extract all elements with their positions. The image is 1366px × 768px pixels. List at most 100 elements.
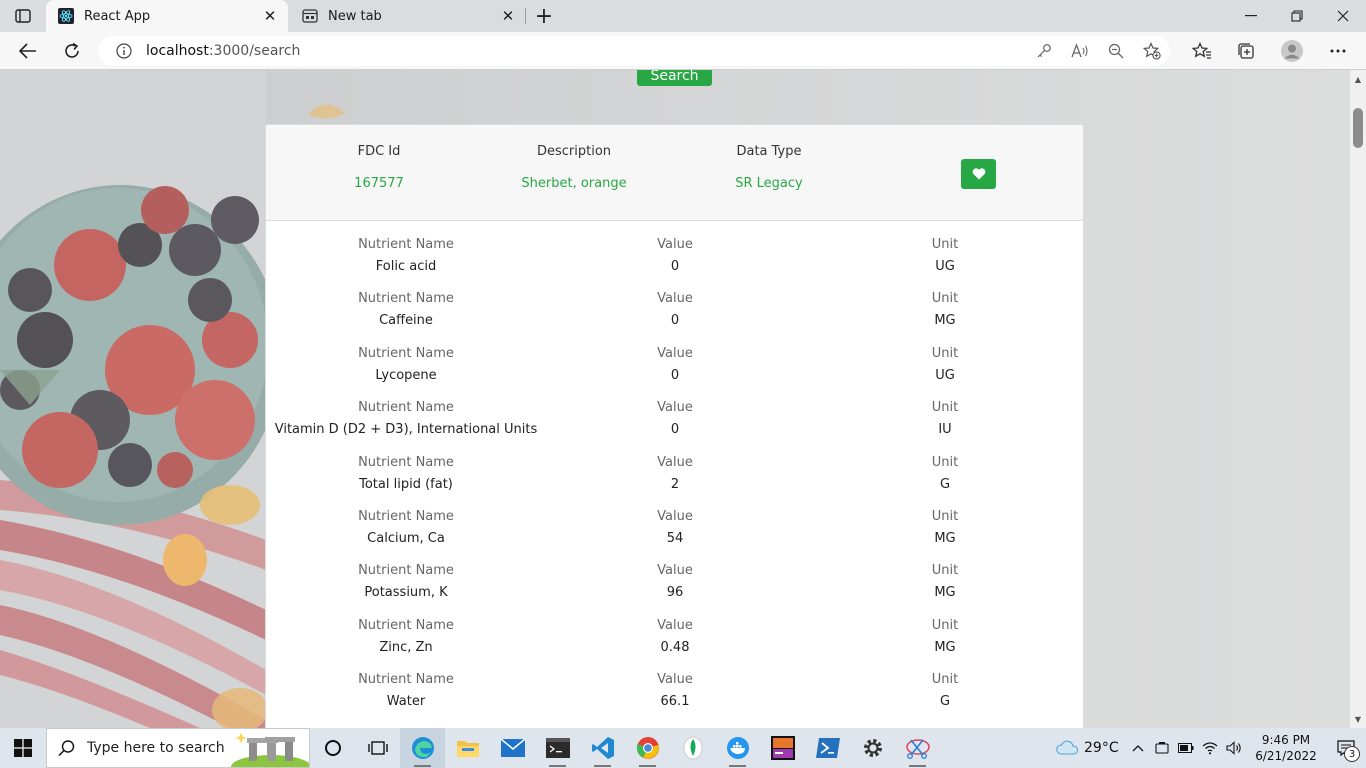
weather-temperature[interactable]: 29°C (1084, 740, 1126, 756)
weather-cloud-icon[interactable] (1050, 740, 1084, 756)
nutrient-unit-label: Unit (931, 454, 959, 470)
windows-taskbar: Type here to search 29°C 9:46 PM 6/21/20… (0, 728, 1366, 768)
nutrient-value: 0 (670, 367, 680, 383)
notification-count-badge: 3 (1344, 746, 1360, 762)
notification-center-icon[interactable]: 3 (1326, 728, 1366, 768)
system-tray: 29°C 9:46 PM 6/21/2022 3 (1050, 728, 1366, 768)
nutrient-unit-cell: Unit MG (895, 618, 995, 656)
address-bar[interactable]: localhost:3000/search (98, 36, 1170, 66)
nutrient-name: Total lipid (fat) (359, 476, 453, 492)
docker-icon[interactable] (715, 728, 760, 768)
new-tab-plus-icon[interactable]: + (530, 4, 558, 29)
ide-app-icon[interactable] (760, 728, 805, 768)
nutrient-name: Lycopene (375, 367, 437, 383)
site-info-icon[interactable] (114, 41, 134, 61)
nutrient-name-label: Nutrient Name (358, 617, 454, 633)
nutrient-unit-cell: Unit G (895, 455, 995, 493)
settings-gear-icon[interactable] (850, 728, 895, 768)
nutrient-name-cell: Nutrient Name Caffeine (266, 291, 546, 329)
nutrient-name: Water (386, 694, 426, 710)
nutrient-unit-cell: Unit UG (895, 346, 995, 384)
taskbar-search-box[interactable]: Type here to search (46, 728, 310, 768)
data-type-label: Data Type (736, 144, 802, 159)
cortana-icon[interactable] (310, 728, 355, 768)
data-type-value: SR Legacy (735, 176, 803, 191)
nutrient-value-cell: Value 0.48 (625, 618, 725, 656)
wifi-icon[interactable] (1198, 741, 1222, 755)
nutrient-list: Nutrient Name Folic acid Value 0 Unit UG Nutri… (266, 237, 1083, 727)
taskbar-search-placeholder: Type here to search (87, 740, 225, 756)
restore-icon[interactable] (1274, 0, 1320, 32)
tab-react-app[interactable]: React App ✕ (46, 0, 288, 32)
fdc-id-value: 167577 (354, 176, 404, 191)
nutrient-value-label: Value (657, 237, 693, 252)
nutrient-unit-label: Unit (931, 345, 959, 361)
key-icon[interactable] (1026, 36, 1062, 66)
nutrient-unit: UG (935, 367, 955, 383)
more-menu-icon[interactable] (1322, 36, 1354, 66)
nutrient-name: Zinc, Zn (379, 639, 433, 655)
food-details-card: FDC Id 167577 Description Sherbet, orang… (265, 124, 1084, 728)
read-aloud-icon[interactable] (1062, 36, 1098, 66)
favorites-icon[interactable] (1186, 36, 1218, 66)
page-scrollbar[interactable]: ▲ ▼ (1350, 70, 1366, 728)
mail-icon[interactable] (490, 728, 535, 768)
terminal-icon[interactable] (535, 728, 580, 768)
nutrient-unit: IU (938, 422, 952, 438)
nutrient-unit-label: Unit (931, 400, 959, 416)
nutrient-unit-label: Unit (931, 617, 959, 633)
file-explorer-icon[interactable] (445, 728, 490, 768)
food-summary-header: FDC Id 167577 Description Sherbet, orang… (266, 125, 1083, 221)
nutrient-name-label: Nutrient Name (358, 400, 454, 416)
vscode-icon[interactable] (580, 728, 625, 768)
refresh-icon[interactable] (56, 36, 88, 66)
search-button[interactable]: Search (637, 70, 712, 86)
volume-icon[interactable] (1222, 741, 1246, 755)
windows-start-icon[interactable] (0, 728, 46, 768)
battery-icon[interactable] (1174, 743, 1198, 753)
nutrient-unit: G (939, 694, 951, 710)
nutrient-value-cell: Value 0 (625, 346, 725, 384)
taskbar-clock[interactable]: 9:46 PM 6/21/2022 (1246, 732, 1326, 764)
browser-toolbar: localhost:3000/search (0, 32, 1366, 70)
scroll-up-arrow-icon[interactable]: ▲ (1350, 72, 1366, 86)
powershell-icon[interactable] (805, 728, 850, 768)
nutrient-unit: MG (934, 639, 956, 655)
tab-new-tab[interactable]: New tab ✕ (290, 0, 526, 32)
nutrient-value-cell: Value 96 (625, 563, 725, 601)
zoom-out-icon[interactable] (1098, 36, 1134, 66)
nutrient-unit-cell: Unit MG (895, 291, 995, 329)
scrollbar-thumb[interactable] (1353, 108, 1363, 148)
nutrient-name: Potassium, K (364, 585, 448, 601)
nutrient-unit-label: Unit (931, 508, 959, 524)
nutrient-name-label: Nutrient Name (358, 345, 454, 361)
url-host: localhost (146, 43, 209, 59)
close-window-icon[interactable] (1320, 0, 1366, 32)
nutrient-unit-label: Unit (931, 563, 959, 579)
nutrient-name-cell: Nutrient Name Calcium, Ca (266, 509, 546, 547)
close-tab-icon[interactable]: ✕ (496, 4, 520, 28)
meet-now-icon[interactable] (1150, 741, 1174, 755)
scroll-down-arrow-icon[interactable]: ▼ (1350, 712, 1366, 726)
chevron-up-icon[interactable] (1126, 744, 1150, 752)
nutrient-name-label: Nutrient Name (358, 237, 454, 252)
nutrient-unit-label: Unit (931, 672, 959, 688)
tab-title: New tab (328, 8, 382, 24)
nutrient-value: 96 (666, 585, 684, 601)
favorite-button[interactable] (961, 159, 996, 189)
nutrient-row: Nutrient Name Zinc, Zn Value 0.48 Unit MG (266, 618, 1083, 672)
minimize-icon[interactable] (1228, 0, 1274, 32)
task-view-icon[interactable] (355, 728, 400, 768)
tab-actions-icon[interactable] (8, 4, 38, 28)
snipping-tool-icon[interactable] (895, 728, 940, 768)
chrome-icon[interactable] (625, 728, 670, 768)
collections-icon[interactable] (1230, 36, 1262, 66)
mongodb-compass-icon[interactable] (670, 728, 715, 768)
profile-avatar-icon[interactable] (1276, 36, 1308, 66)
add-favorite-icon[interactable] (1134, 36, 1170, 66)
back-arrow-icon[interactable] (12, 36, 44, 66)
nutrient-value: 0 (670, 259, 680, 274)
fdc-id-column: FDC Id 167577 (329, 144, 429, 191)
close-tab-icon[interactable]: ✕ (258, 4, 282, 28)
edge-taskbar-icon[interactable] (400, 728, 445, 768)
